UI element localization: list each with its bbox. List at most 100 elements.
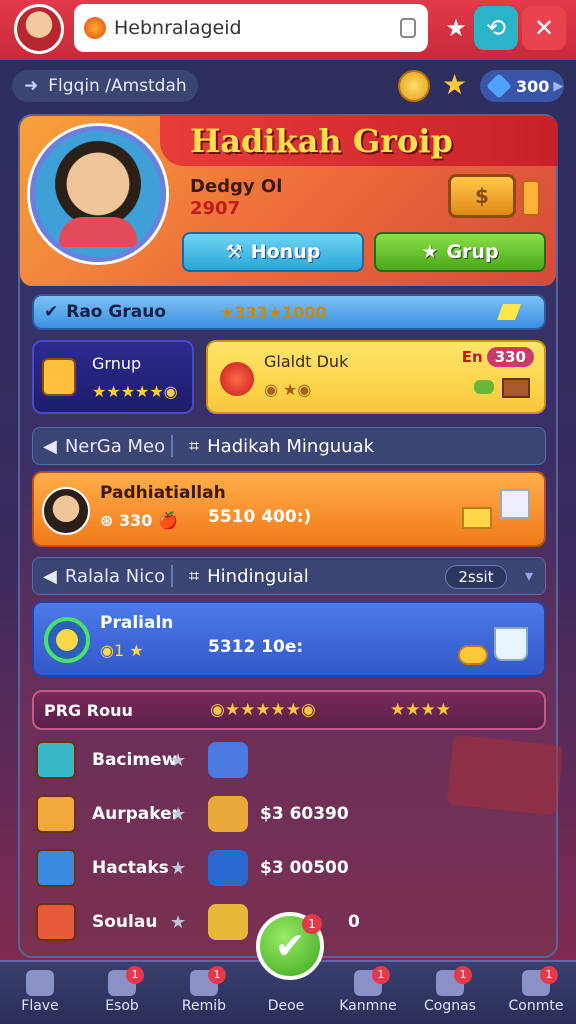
section-bar-2[interactable]: ◀ Ralala Nico ⌗ Hindinguial 2ssit ▾: [32, 557, 546, 595]
offer-tile[interactable]: Glaldt Duk ◉ ★◉ En 330: [206, 340, 546, 414]
item-amount: $3 60390: [260, 804, 349, 824]
nav-badge: 1: [540, 966, 558, 984]
rao-stars: ★333★1000: [220, 302, 327, 322]
profile-number: 2907: [190, 198, 241, 219]
gift-box-icon: [36, 849, 76, 887]
coin-stack-icon: [208, 904, 248, 940]
gem-counter[interactable]: 300 ▶: [480, 70, 564, 102]
ring-coin-icon: [44, 617, 90, 663]
item-label: Soulau: [92, 912, 158, 932]
profile-name: Dedgy Ol: [190, 176, 283, 197]
nav-badge: 1: [454, 966, 472, 984]
hammer-icon: ⚒: [225, 241, 243, 263]
top-bar: Hebnralageid ★ ⟲ ✕: [0, 0, 576, 60]
rao-row[interactable]: ✔ Rao Grauo ★333★1000: [32, 294, 546, 330]
offer-label: Glaldt Duk: [264, 352, 349, 371]
gem-bundle-icon: [208, 742, 248, 778]
honup-label: Honup: [250, 241, 321, 263]
profile-portrait[interactable]: [30, 126, 166, 262]
prg-stars-2: ★★★★: [390, 700, 451, 720]
gem-icon: [486, 73, 512, 99]
member-card-2[interactable]: Pralialn ◉1 ★ 5312 10e:: [32, 601, 546, 677]
star-icon[interactable]: ★: [170, 858, 186, 879]
check-icon: ✔: [274, 925, 306, 967]
offer-mini: ◉ ★◉: [264, 380, 312, 399]
address-text: Hebnralageid: [114, 17, 242, 39]
nav-remib[interactable]: 1 Remib: [168, 966, 240, 1014]
back-arrow-icon: ◀: [43, 565, 57, 587]
hammer-item-icon: [500, 489, 530, 519]
tab-favicon-icon: [84, 17, 106, 39]
confirm-fab-button[interactable]: ✔ 1: [256, 912, 324, 980]
grup-card[interactable]: Grnup ★★★★★◉: [32, 340, 194, 414]
member-2-amount: 5312 10e:: [208, 637, 304, 657]
nav-badge: 1: [126, 966, 144, 984]
address-bar[interactable]: Hebnralageid: [74, 4, 428, 52]
section-bar-1[interactable]: ◀ NerGa Meo ⌗ Hadikah Minguuak: [32, 427, 546, 465]
prg-stars-1: ◉★★★★★◉: [210, 700, 316, 720]
member-1-meta: ⊛ 330 🍎: [100, 511, 178, 530]
breadcrumb-text: Flgqin /Amstdah: [48, 76, 187, 96]
item-amount: $3 00500: [260, 858, 349, 878]
share-icon[interactable]: ⟲: [474, 6, 518, 50]
section-1-left: NerGa Meo: [64, 435, 166, 457]
star-icon[interactable]: ★: [170, 750, 186, 771]
honup-button[interactable]: ⚒ Honup: [182, 232, 364, 272]
section-2-right: Hindinguial: [207, 565, 309, 587]
list-item[interactable]: Aurpaker ★ $3 60390: [36, 788, 516, 840]
member-card-1[interactable]: Padhiatiallah ⊛ 330 🍎 5510 400:): [32, 471, 546, 547]
grid-icon: ⌗: [189, 435, 200, 457]
nav-badge: 1: [372, 966, 390, 984]
list-item[interactable]: Bacimew ★: [36, 734, 516, 786]
bag-icon: [42, 358, 76, 396]
gem-value: 300: [516, 76, 550, 96]
prg-row[interactable]: PRG Rouu ◉★★★★★◉ ★★★★: [32, 690, 546, 730]
close-icon[interactable]: ✕: [522, 6, 566, 50]
ticket-icon: [208, 850, 248, 886]
bone-icon: [474, 380, 494, 394]
check-icon: ✔: [44, 302, 59, 322]
rao-label: Rao Grauo: [66, 302, 167, 322]
item-amount: 0: [348, 912, 360, 932]
nav-conmte[interactable]: 1 Conmte: [500, 966, 572, 1014]
nav-flave[interactable]: Flave: [4, 970, 76, 1014]
member-1-name: Padhiatiallah: [100, 483, 226, 503]
grup-card-stars: ★★★★★◉: [92, 382, 178, 401]
coin-chest-icon: [208, 796, 248, 832]
list-item[interactable]: Hactaks ★ $3 00500: [36, 842, 516, 894]
gift-box-icon: [36, 903, 76, 941]
home-icon: [26, 970, 54, 996]
user-avatar[interactable]: [14, 4, 64, 54]
star-icon[interactable]: ★: [434, 6, 478, 50]
chevron-right-icon: ▶: [553, 78, 564, 94]
filter-pill[interactable]: 2ssit: [445, 565, 507, 589]
breadcrumb[interactable]: ➜ Flgqin /Amstdah: [12, 70, 198, 102]
cup-icon: [494, 627, 528, 661]
tag-icon: [497, 304, 521, 320]
nav-badge: 1: [208, 966, 226, 984]
gold-bar-icon: [462, 507, 492, 529]
grup-label: Grup: [446, 241, 499, 263]
star-icon[interactable]: ★: [170, 912, 186, 933]
star-currency-icon[interactable]: ★: [442, 68, 467, 101]
section-1-right: Hadikah Minguuak: [207, 435, 375, 457]
gift-box-icon: [36, 795, 76, 833]
nav-cognas[interactable]: 1 Cognas: [414, 966, 486, 1014]
location-arrow-icon: ➜: [24, 76, 39, 96]
item-label: Bacimew: [92, 750, 178, 770]
member-1-amount: 5510 400:): [208, 507, 312, 527]
nav-kanmne[interactable]: 1 Kanmne: [332, 966, 404, 1014]
coin-icon[interactable]: [398, 70, 430, 102]
nav-esob[interactable]: 1 Esob: [86, 966, 158, 1014]
member-avatar: [42, 487, 90, 535]
grup-card-label: Grnup: [92, 354, 142, 373]
fab-badge: 1: [302, 914, 322, 934]
grup-button[interactable]: ★ Grup: [374, 232, 546, 272]
treasure-chest-icon[interactable]: $: [448, 174, 516, 218]
back-arrow-icon: ◀: [43, 435, 57, 457]
star-icon[interactable]: ★: [170, 804, 186, 825]
page-title: Hadikah Groip: [190, 122, 453, 160]
star-button-icon: ★: [421, 241, 439, 263]
chevron-down-icon[interactable]: ▾: [525, 566, 533, 585]
member-2-meta: ◉1 ★: [100, 641, 144, 660]
